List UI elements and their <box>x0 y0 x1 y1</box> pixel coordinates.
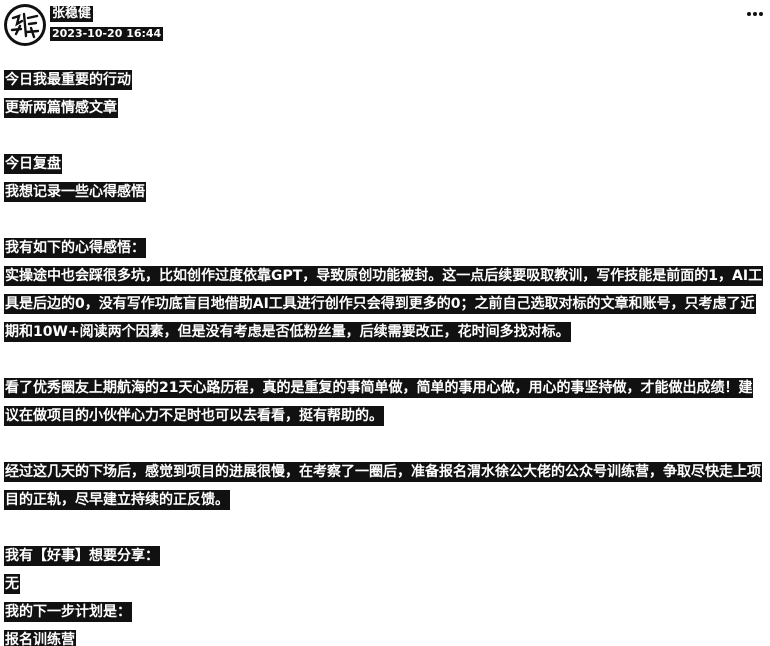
author-name[interactable]: 张稳健 <box>50 6 94 22</box>
dot <box>747 12 751 16</box>
heading-text: 今日我最重要的行动 <box>4 70 132 90</box>
good-news-text: 无 <box>4 570 766 598</box>
heading-next-plan: 我的下一步计划是： <box>4 598 766 626</box>
body-text: 无 <box>4 574 20 594</box>
heading-good-news: 我有【好事】想要分享： <box>4 542 766 570</box>
post-timestamp: 2023-10-20 16:44 <box>50 27 164 41</box>
insight-paragraph-1: 实操途中也会踩很多坑，比如创作过度依靠GPT，导致原创功能被封。这一点后续要吸取… <box>4 262 766 346</box>
body-text: 更新两篇情感文章 <box>4 98 118 118</box>
post-header: 张稳健 2023-10-20 16:44 <box>0 0 770 50</box>
dot <box>753 12 757 16</box>
dot <box>759 12 763 16</box>
heading-insights: 我有如下的心得感悟： <box>4 234 766 262</box>
heading-text: 我的下一步计划是： <box>4 602 132 622</box>
review-text: 我想记录一些心得感悟 <box>4 178 766 206</box>
avatar-icon[interactable] <box>4 4 46 46</box>
heading-text: 今日复盘 <box>4 154 62 174</box>
heading-text: 我有【好事】想要分享： <box>4 546 160 566</box>
body-text: 实操途中也会踩很多坑，比如创作过度依靠GPT，导致原创功能被封。这一点后续要吸取… <box>4 266 764 342</box>
heading-most-important-action: 今日我最重要的行动 <box>4 66 766 94</box>
body-text: 报名训练营 <box>4 630 76 646</box>
body-text: 看了优秀圈友上期航海的21天心路历程，真的是重复的事简单做，简单的事用心做，用心… <box>4 378 754 426</box>
insight-paragraph-3: 经过这几天的下场后，感觉到项目的进展很慢，在考察了一圈后，准备报名渭水徐公大佬的… <box>4 458 766 514</box>
insight-paragraph-2: 看了优秀圈友上期航海的21天心路历程，真的是重复的事简单做，简单的事用心做，用心… <box>4 374 766 430</box>
action-text: 更新两篇情感文章 <box>4 94 766 122</box>
next-plan-text: 报名训练营 <box>4 626 766 646</box>
heading-text: 我有如下的心得感悟： <box>4 238 146 258</box>
body-text: 我想记录一些心得感悟 <box>4 182 146 202</box>
body-text: 经过这几天的下场后，感觉到项目的进展很慢，在考察了一圈后，准备报名渭水徐公大佬的… <box>4 462 762 510</box>
post-card: 张稳健 2023-10-20 16:44 今日我最重要的行动 更新两篇情感文章 … <box>0 0 770 646</box>
more-dots-icon[interactable] <box>744 6 766 22</box>
heading-review: 今日复盘 <box>4 150 766 178</box>
post-content: 今日我最重要的行动 更新两篇情感文章 今日复盘 我想记录一些心得感悟 我有如下的… <box>4 66 766 646</box>
